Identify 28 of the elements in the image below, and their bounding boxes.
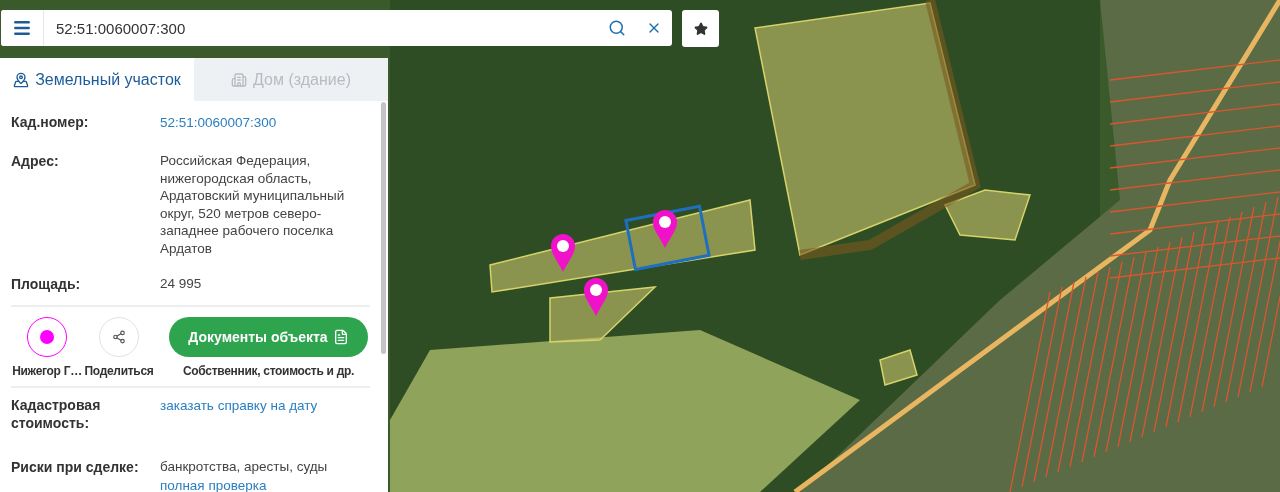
menu-button[interactable] [1, 10, 44, 46]
field-label: Риски при сделке: [11, 458, 140, 477]
field-label: Адрес: [11, 152, 60, 171]
map-pin-icon [13, 71, 30, 88]
search-icon [608, 19, 626, 37]
document-icon [332, 329, 349, 345]
field-label: Кадастровая стоимость: [11, 396, 102, 432]
share-caption: Поделиться [84, 364, 154, 378]
layer-caption: Нижегор Г… [12, 364, 82, 378]
building-icon [231, 71, 248, 88]
field-link[interactable]: полная проверка [160, 477, 267, 492]
documents-button[interactable]: Документы объекта [169, 317, 368, 357]
star-icon [693, 21, 708, 36]
search-bar[interactable]: 52:51:0060007:300 [1, 10, 672, 46]
field-label: Кад.номер: [11, 113, 90, 132]
field-label: Площадь: [11, 275, 82, 293]
field-value: 24 995 [160, 275, 203, 293]
favorite-button[interactable] [682, 10, 719, 47]
menu-icon [12, 18, 32, 38]
field-link[interactable]: 52:51:0060007:300 [160, 115, 277, 130]
field-link[interactable]: заказать справку на дату [160, 398, 318, 413]
field-value: банкротства, аресты, суды [160, 458, 329, 476]
documents-caption: Собственник, стоимость и др. [182, 364, 355, 378]
share-button[interactable] [99, 317, 139, 357]
share-icon [112, 330, 126, 344]
scrollbar[interactable] [381, 102, 386, 354]
field-value: Российская Федерация, нижегородская область, Ардатовский муниципальный округ, 520 метров северо-западнее рабочего поселка Ардатов [160, 152, 346, 257]
layer-button[interactable] [27, 317, 67, 357]
